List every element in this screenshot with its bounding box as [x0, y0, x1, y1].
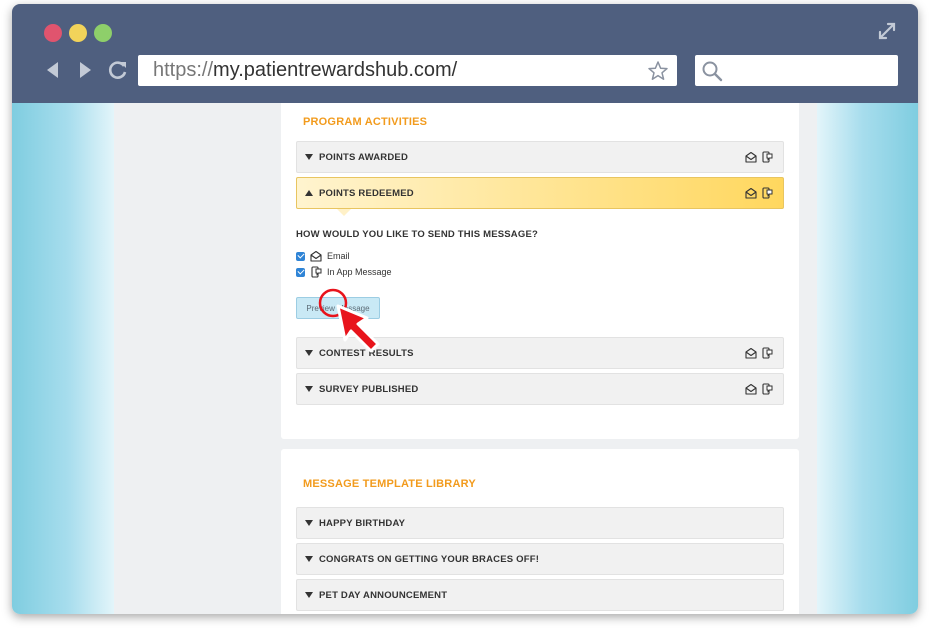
email-checkbox[interactable]	[296, 251, 305, 261]
envelope-icon	[745, 347, 757, 359]
search-icon	[702, 61, 723, 82]
phone-message-icon	[762, 151, 773, 163]
browser-titlebar: https:// my.patientrewardshub.com/	[12, 4, 918, 103]
send-method-question: HOW WOULD YOU LIKE TO SEND THIS MESSAGE?	[296, 229, 538, 240]
envelope-icon	[745, 187, 757, 199]
left-page-background	[12, 103, 114, 614]
envelope-icon	[310, 250, 322, 262]
browser-window: https:// my.patientrewardshub.com/ PROGR…	[12, 4, 918, 614]
accordion-label: SURVEY PUBLISHED	[319, 383, 419, 395]
forward-arrow-icon[interactable]	[74, 59, 96, 81]
caret-down-icon	[305, 154, 313, 160]
bookmark-star-icon[interactable]	[647, 60, 669, 82]
phone-message-icon	[311, 266, 322, 278]
template-pet-day[interactable]: PET DAY ANNOUNCEMENT	[296, 579, 784, 611]
template-label: CONGRATS ON GETTING YOUR BRACES OFF!	[319, 553, 540, 565]
accordion-points-redeemed[interactable]: POINTS REDEEMED	[296, 177, 784, 209]
address-bar[interactable]: https:// my.patientrewardshub.com/	[138, 55, 677, 86]
right-page-background	[817, 103, 918, 614]
email-option-label: Email	[327, 251, 350, 261]
fullscreen-expand-icon[interactable]	[878, 22, 896, 40]
caret-up-icon	[305, 190, 313, 196]
phone-message-icon	[762, 347, 773, 359]
url-scheme: https://	[153, 59, 214, 81]
program-activities-card: PROGRAM ACTIVITIES POINTS AWARDED POINTS…	[281, 103, 799, 439]
template-happy-birthday[interactable]: HAPPY BIRTHDAY	[296, 507, 784, 539]
caret-down-icon	[305, 350, 313, 356]
template-label: PET DAY ANNOUNCEMENT	[319, 589, 448, 601]
page-content: PROGRAM ACTIVITIES POINTS AWARDED POINTS…	[114, 103, 817, 614]
caret-down-icon	[305, 592, 313, 598]
in-app-message-checkbox[interactable]	[296, 267, 305, 277]
back-arrow-icon[interactable]	[42, 59, 64, 81]
accordion-label: CONTEST RESULTS	[319, 347, 414, 359]
caret-down-icon	[305, 556, 313, 562]
template-library-title: MESSAGE TEMPLATE LIBRARY	[303, 478, 476, 490]
close-window-button[interactable]	[44, 24, 62, 42]
in-app-message-option[interactable]: In App Message	[296, 266, 392, 278]
browser-search-input[interactable]	[695, 55, 898, 86]
caret-down-icon	[305, 520, 313, 526]
in-app-message-option-label: In App Message	[327, 267, 392, 277]
message-template-library-card: MESSAGE TEMPLATE LIBRARY HAPPY BIRTHDAY …	[281, 449, 799, 614]
url-host: my.patientrewardshub.com/	[213, 59, 458, 81]
reload-icon[interactable]	[107, 59, 129, 81]
accordion-survey-published[interactable]: SURVEY PUBLISHED	[296, 373, 784, 405]
accordion-pointer-notch	[337, 209, 351, 216]
envelope-icon	[745, 383, 757, 395]
accordion-label: POINTS REDEEMED	[319, 187, 414, 199]
template-label: HAPPY BIRTHDAY	[319, 517, 406, 529]
accordion-points-awarded[interactable]: POINTS AWARDED	[296, 141, 784, 173]
envelope-icon	[745, 151, 757, 163]
email-option[interactable]: Email	[296, 250, 350, 262]
minimize-window-button[interactable]	[69, 24, 87, 42]
template-congrats-braces[interactable]: CONGRATS ON GETTING YOUR BRACES OFF!	[296, 543, 784, 575]
caret-down-icon	[305, 386, 313, 392]
maximize-window-button[interactable]	[94, 24, 112, 42]
preview-message-button[interactable]: Preview Message	[296, 297, 380, 319]
phone-message-icon	[762, 383, 773, 395]
program-activities-title: PROGRAM ACTIVITIES	[303, 116, 428, 128]
accordion-contest-results[interactable]: CONTEST RESULTS	[296, 337, 784, 369]
accordion-label: POINTS AWARDED	[319, 151, 409, 163]
page-viewport: PROGRAM ACTIVITIES POINTS AWARDED POINTS…	[12, 103, 918, 614]
phone-message-icon	[762, 187, 773, 199]
